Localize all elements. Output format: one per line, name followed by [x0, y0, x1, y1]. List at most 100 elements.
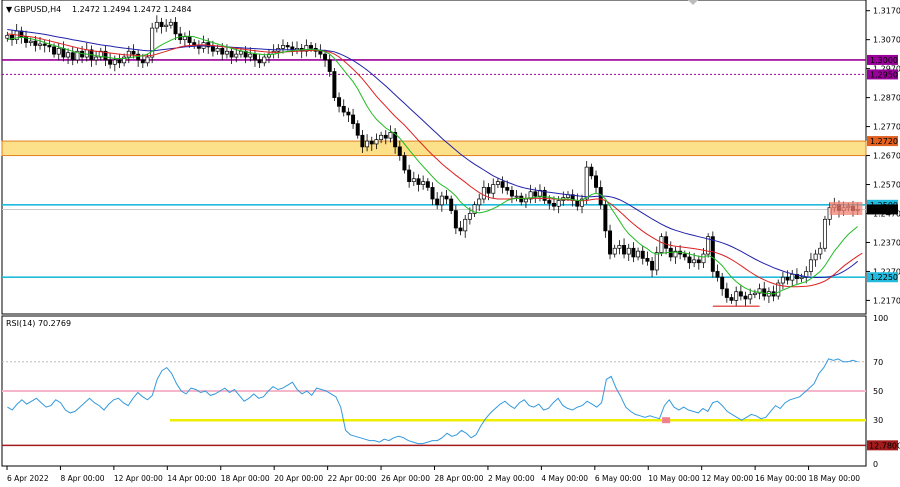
- candle-body: [612, 247, 617, 255]
- rsi-tick-label: 0: [873, 460, 878, 469]
- time-tick-label: 14 Apr 00:00: [167, 474, 216, 483]
- candle-body: [463, 218, 468, 232]
- candle-body: [281, 45, 285, 49]
- price-chart[interactable]: 1.31701.30701.29701.28701.27701.26701.25…: [0, 0, 900, 487]
- candle-body: [416, 178, 421, 185]
- candle-body: [234, 53, 239, 58]
- time-tick-label: 28 Apr 00:00: [435, 474, 484, 483]
- candle-body: [738, 291, 743, 297]
- candle-body: [813, 253, 818, 261]
- candle-body: [108, 59, 113, 65]
- current-price-label: 1.2484: [870, 205, 898, 214]
- time-tick-label: 6 May 00:00: [595, 474, 642, 483]
- candle-body: [38, 43, 43, 46]
- candle-body: [636, 250, 641, 258]
- price-tick-label: 1.2870: [873, 94, 900, 103]
- candle-body: [285, 45, 290, 48]
- collapse-arrow-icon[interactable]: ▼: [6, 5, 13, 14]
- rsi-tick-label: 100: [873, 314, 888, 323]
- candle-body: [622, 245, 627, 255]
- candle-body: [397, 146, 402, 156]
- candle-body: [337, 97, 342, 107]
- candle-body: [252, 53, 257, 61]
- symbol-label: GBPUSD,H4: [14, 5, 61, 14]
- candle-body: [411, 178, 416, 182]
- time-tick-label: 22 Apr 00:00: [328, 474, 377, 483]
- candle-body: [701, 253, 706, 264]
- candle-body: [748, 294, 753, 300]
- candle-body: [154, 21, 159, 29]
- candle-body: [52, 46, 57, 55]
- candle-body: [379, 134, 384, 140]
- candle-body: [66, 52, 71, 58]
- candle-body: [477, 198, 482, 206]
- candle-body: [589, 166, 594, 177]
- time-tick-label: 12 Apr 00:00: [114, 474, 163, 483]
- candle-body: [453, 210, 458, 229]
- candle-body: [365, 140, 370, 148]
- candle-body: [159, 21, 164, 27]
- candle-body: [402, 155, 407, 171]
- candle-body: [351, 114, 356, 125]
- candle-body: [720, 276, 725, 290]
- price-tick-label: 1.2570: [873, 181, 900, 190]
- candle-body: [729, 297, 734, 301]
- price-tick-label: 1.3170: [873, 7, 900, 16]
- candle-body: [257, 59, 262, 64]
- candle-body: [56, 48, 61, 55]
- candle-body: [84, 49, 89, 58]
- candle-body: [640, 250, 645, 259]
- candle-body: [495, 181, 500, 185]
- time-tick-label: 18 Apr 00:00: [221, 474, 270, 483]
- candle-body: [28, 40, 33, 43]
- candle-body: [388, 132, 393, 139]
- candle-body: [799, 276, 804, 280]
- candle-body: [70, 52, 75, 61]
- candle-body: [645, 258, 650, 262]
- candle-body: [617, 245, 622, 249]
- candle-body: [631, 247, 636, 258]
- price-tick-label: 1.2170: [873, 296, 900, 305]
- candle-body: [369, 140, 374, 145]
- candle-body: [61, 48, 66, 58]
- candle: [659, 233, 664, 257]
- candle-body: [780, 276, 785, 284]
- candle-body: [650, 260, 655, 271]
- candle-body: [519, 195, 524, 203]
- candle-body: [491, 184, 496, 194]
- candle-body: [341, 105, 346, 113]
- time-tick-label: 8 Apr 00:00: [60, 474, 104, 483]
- candle-body: [603, 204, 608, 232]
- candle: [706, 233, 711, 258]
- candle: [150, 22, 155, 64]
- candle-body: [458, 227, 463, 232]
- candle-body: [421, 181, 426, 185]
- level-label-1.2950: 1.2950: [870, 70, 898, 79]
- candle-body: [210, 46, 215, 52]
- candle: [822, 215, 827, 252]
- candle-body: [224, 50, 229, 55]
- resistance-zone: [1, 140, 867, 157]
- rsi-highlight: [662, 417, 671, 424]
- candle: [710, 231, 715, 278]
- candle-body: [533, 191, 538, 197]
- candle-body: [481, 187, 486, 200]
- candle-body: [5, 34, 10, 39]
- candle-body: [752, 292, 757, 295]
- candle-body: [818, 247, 823, 255]
- candle-body: [360, 134, 365, 148]
- candle-body: [430, 187, 435, 200]
- time-tick-label: 10 May 00:00: [648, 474, 700, 483]
- candle-body: [140, 59, 145, 64]
- time-tick-label: 2 May 00:00: [488, 474, 535, 483]
- candle-body: [696, 259, 701, 264]
- candle-body: [355, 123, 360, 136]
- time-tick-label: 18 May 00:00: [809, 474, 861, 483]
- candle-body: [173, 21, 178, 35]
- candle-body: [594, 175, 599, 188]
- candle-body: [626, 247, 631, 255]
- candle-body: [318, 50, 323, 55]
- price-tick-label: 1.2770: [873, 123, 900, 132]
- time-tick-label: 20 Apr 00:00: [274, 474, 323, 483]
- candle-body: [439, 195, 444, 206]
